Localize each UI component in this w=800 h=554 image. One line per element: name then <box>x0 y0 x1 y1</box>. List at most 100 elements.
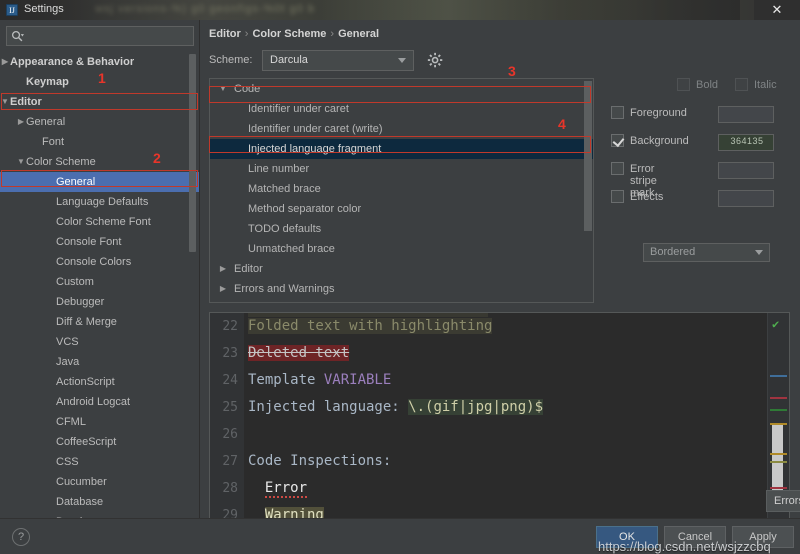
intellij-idea-icon: IJ <box>6 4 18 16</box>
sidebar-item-vcs[interactable]: VCS <box>0 332 200 352</box>
chevron-right-icon[interactable]: ▶ <box>218 279 228 299</box>
attribute-row-label: TODO defaults <box>248 219 321 239</box>
attribute-row-identifier-under-caret-write[interactable]: Identifier under caret (write) <box>210 119 593 139</box>
scheme-dropdown[interactable]: Darcula <box>262 50 414 71</box>
sidebar-item-console-font[interactable]: Console Font <box>0 232 200 252</box>
sidebar-item-general[interactable]: General <box>0 172 200 192</box>
sidebar-item-general[interactable]: ▶General <box>0 112 200 132</box>
preview-marker[interactable] <box>770 375 787 377</box>
preview-marker[interactable] <box>770 453 787 455</box>
attribute-row-label: Errors and Warnings <box>234 279 334 299</box>
preview-line-number: 25 <box>210 394 238 421</box>
sidebar-item-font[interactable]: Font <box>0 132 200 152</box>
sidebar-item-debugger[interactable]: Debugger <box>0 292 200 312</box>
sidebar-item-label: VCS <box>56 332 79 352</box>
effects-checkbox[interactable] <box>611 190 624 203</box>
preview-marker[interactable] <box>770 487 787 489</box>
sidebar-item-database[interactable]: Database <box>0 492 200 512</box>
preview-line: 26 <box>210 421 789 448</box>
chevron-right-icon[interactable]: ▶ <box>218 299 228 303</box>
chevron-down-icon[interactable]: ▼ <box>218 79 228 99</box>
attribute-row-errors-and-warnings[interactable]: ▶ Errors and Warnings <box>210 279 593 299</box>
preview-token <box>248 480 265 496</box>
sidebar-item-label: Diff & Merge <box>56 312 117 332</box>
settings-category-tree[interactable]: ▶Appearance & BehaviorKeymap▼Editor▶Gene… <box>0 52 200 518</box>
search-input[interactable] <box>6 26 194 46</box>
background-checkbox-row[interactable]: Background <box>611 134 624 152</box>
preview-marker[interactable] <box>770 423 787 425</box>
preview-marker[interactable] <box>770 409 787 411</box>
sidebar-item-appearance-behavior[interactable]: ▶Appearance & Behavior <box>0 52 200 72</box>
error-stripe-checkbox-row[interactable]: Error stripe mark <box>611 162 624 180</box>
attribute-row-label: Matched brace <box>248 179 321 199</box>
effects-color-swatch[interactable] <box>718 190 774 207</box>
sidebar-item-color-scheme[interactable]: ▼Color Scheme <box>0 152 200 172</box>
effects-checkbox-row[interactable]: Effects <box>611 190 624 208</box>
attribute-row-editor[interactable]: ▶Editor <box>210 259 593 279</box>
sidebar-item-android-logcat[interactable]: Android Logcat <box>0 392 200 412</box>
background-color-value: 364135 <box>719 136 775 146</box>
color-scheme-preview[interactable]: 22Folded text with highlighting23Deleted… <box>209 312 790 540</box>
sidebar-item-label: Custom <box>56 272 94 292</box>
background-checkbox[interactable] <box>611 134 624 147</box>
attribute-scrollbar-thumb[interactable] <box>584 81 592 231</box>
gear-icon[interactable] <box>427 52 444 69</box>
sidebar-scrollbar-thumb[interactable] <box>189 54 196 252</box>
sidebar-item-cucumber[interactable]: Cucumber <box>0 472 200 492</box>
breadcrumb-item[interactable]: General <box>338 28 379 40</box>
preview-line: 22Folded text with highlighting <box>210 313 789 340</box>
foreground-checkbox-row[interactable]: Foreground <box>611 106 624 124</box>
search-icon <box>11 30 24 43</box>
chevron-down-icon <box>398 58 406 63</box>
sidebar-item-language-defaults[interactable]: Language Defaults <box>0 192 200 212</box>
chevron-right-icon[interactable]: ▶ <box>16 112 26 132</box>
sidebar-item-label: Android Logcat <box>56 392 130 412</box>
sidebar-item-custom[interactable]: Custom <box>0 272 200 292</box>
sidebar-item-coffeescript[interactable]: CoffeeScript <box>0 432 200 452</box>
effect-type-dropdown[interactable]: Bordered <box>643 243 770 262</box>
breadcrumb-item[interactable]: Color Scheme <box>252 28 326 40</box>
attribute-row-hyperlinks[interactable]: ▶Hyperlinks <box>210 299 593 303</box>
error-stripe-mark-checkbox[interactable] <box>611 162 624 175</box>
attribute-row-code[interactable]: ▼Code <box>210 79 593 99</box>
sidebar-item-java[interactable]: Java <box>0 352 200 372</box>
foreground-color-swatch[interactable] <box>718 106 774 123</box>
chevron-down-icon[interactable]: ▼ <box>16 152 26 172</box>
italic-checkbox[interactable] <box>735 78 748 91</box>
attribute-row-identifier-under-caret[interactable]: Identifier under caret <box>210 99 593 119</box>
close-icon[interactable]: ✕ <box>754 0 800 20</box>
sidebar-item-diff-merge[interactable]: Diff & Merge <box>0 312 200 332</box>
sidebar-item-color-scheme-font[interactable]: Color Scheme Font <box>0 212 200 232</box>
preview-marker[interactable] <box>770 461 787 463</box>
attribute-row-injected-language-fragment[interactable]: Injected language fragment <box>210 139 593 159</box>
preview-line-text: Injected language: \.(gif|jpg|png)$ <box>248 394 543 421</box>
bold-checkbox-row[interactable]: Bold <box>677 78 690 96</box>
attribute-row-todo-defaults[interactable]: TODO defaults <box>210 219 593 239</box>
attribute-row-label: Method separator color <box>248 199 361 219</box>
background-color-swatch[interactable]: 364135 <box>718 134 774 151</box>
sidebar-item-label: Java <box>56 352 79 372</box>
attribute-row-matched-brace[interactable]: Matched brace <box>210 179 593 199</box>
sidebar-item-actionscript[interactable]: ActionScript <box>0 372 200 392</box>
attribute-row-line-number[interactable]: Line number <box>210 159 593 179</box>
sidebar-item-console-colors[interactable]: Console Colors <box>0 252 200 272</box>
chevron-down-icon[interactable]: ▼ <box>0 92 10 112</box>
color-attribute-tree[interactable]: ▼CodeIdentifier under caretIdentifier un… <box>209 78 594 303</box>
preview-scrollbar-thumb[interactable] <box>772 425 783 493</box>
preview-marker[interactable] <box>770 397 787 399</box>
breadcrumb-separator: › <box>241 28 253 40</box>
sidebar-item-editor[interactable]: ▼Editor <box>0 92 200 112</box>
italic-checkbox-row[interactable]: Italic <box>735 78 748 96</box>
chevron-right-icon[interactable]: ▶ <box>218 259 228 279</box>
question-mark-icon[interactable]: ? <box>12 528 30 546</box>
preview-tooltip: Errors and Warnings//Runtime problem <box>766 490 800 512</box>
sidebar-item-cfml[interactable]: CFML <box>0 412 200 432</box>
attribute-row-method-separator-color[interactable]: Method separator color <box>210 199 593 219</box>
foreground-checkbox[interactable] <box>611 106 624 119</box>
error-stripe-color-swatch[interactable] <box>718 162 774 179</box>
sidebar-item-css[interactable]: CSS <box>0 452 200 472</box>
breadcrumb-item[interactable]: Editor <box>209 28 241 40</box>
bold-checkbox[interactable] <box>677 78 690 91</box>
chevron-right-icon[interactable]: ▶ <box>0 52 10 72</box>
attribute-row-unmatched-brace[interactable]: Unmatched brace <box>210 239 593 259</box>
